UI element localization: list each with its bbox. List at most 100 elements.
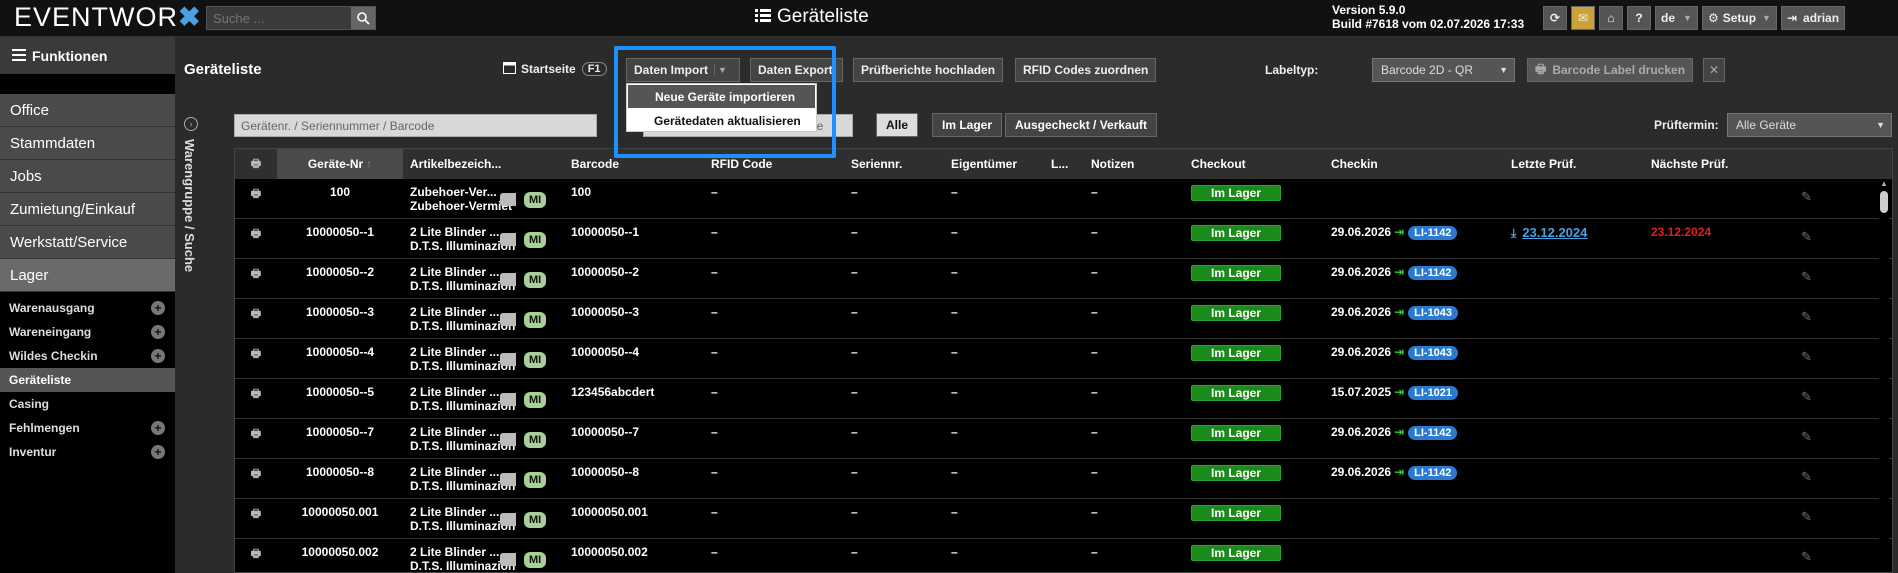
geraete-nr[interactable]: 10000050.001	[302, 505, 379, 519]
geraete-nr[interactable]: 10000050--7	[306, 425, 374, 439]
table-row[interactable]: 🖶 10000050--2 2 Lite Blinder ... D.T.S. Ill…	[235, 259, 1892, 299]
printer-icon[interactable]: 🖶	[251, 428, 261, 440]
sidebar-sub-wareneingang[interactable]: Wareneingang +	[0, 320, 175, 344]
col-letzte-pruef[interactable]: Letzte Prüf.	[1504, 149, 1644, 179]
barcode-print-button[interactable]: 🖶 Barcode Label drucken	[1527, 58, 1694, 82]
help-button[interactable]: ?	[1627, 6, 1651, 30]
edit-icon[interactable]: ✎	[1801, 389, 1812, 404]
geraete-nr[interactable]: 10000050--4	[306, 345, 374, 359]
global-search-input[interactable]	[207, 7, 352, 29]
sidebar-sub-wildes-checkin[interactable]: Wildes Checkin +	[0, 344, 175, 368]
lager-badge[interactable]: LI-1043	[1408, 306, 1459, 320]
pruefberichte-button[interactable]: Prüfberichte hochladen	[853, 58, 1004, 82]
geraete-nr[interactable]: 10000050--5	[306, 385, 374, 399]
refresh-icon[interactable]: ⟳	[1543, 6, 1567, 30]
plus-icon[interactable]: +	[151, 445, 165, 459]
table-row[interactable]: 🖶 10000050--8 2 Lite Blinder ... D.T.S. Ill…	[235, 459, 1892, 499]
printer-icon[interactable]: 🖶	[251, 268, 261, 280]
warengruppe-tab[interactable]: › Warengruppe / Suche	[179, 117, 203, 297]
sidebar-item-jobs[interactable]: Jobs	[0, 160, 175, 193]
rfid-codes-button[interactable]: RFID Codes zuordnen	[1015, 58, 1157, 82]
device-search-input[interactable]: Gerätenr. / Seriennummer / Barcode	[234, 114, 597, 137]
table-scrollbar[interactable]: ▲	[1879, 179, 1889, 572]
prueftermin-select[interactable]: Alle Geräte ▼	[1727, 113, 1892, 137]
sidebar-item-zumietung[interactable]: Zumietung/Einkauf	[0, 193, 175, 226]
sidebar-item-lager[interactable]: Lager	[0, 259, 175, 292]
col-naechste-pruef[interactable]: Nächste Prüf.	[1644, 149, 1794, 179]
edit-icon[interactable]: ✎	[1801, 229, 1812, 244]
sidebar-item-stammdaten[interactable]: Stammdaten	[0, 127, 175, 160]
user-button[interactable]: ⇥ adrian	[1780, 6, 1846, 30]
col-notizen[interactable]: Notizen	[1084, 149, 1184, 179]
col-geraete-nr[interactable]: Geräte-Nr ↑	[277, 149, 403, 179]
lager-badge[interactable]: LI-1142	[1408, 466, 1458, 480]
printer-icon[interactable]: 🖶	[251, 548, 261, 560]
download-icon[interactable]: ⤓	[1511, 226, 1516, 240]
search-icon[interactable]	[351, 7, 375, 29]
sidebar-sub-geraeteliste[interactable]: Geräteliste	[0, 368, 175, 392]
scroll-up-icon[interactable]: ▲	[1879, 179, 1889, 189]
plus-icon[interactable]: +	[151, 349, 165, 363]
printer-icon[interactable]: 🖶	[251, 188, 261, 200]
sidebar-sub-casing[interactable]: Casing	[0, 392, 175, 416]
sidebar-item-office[interactable]: Office	[0, 94, 175, 127]
col-seriennr[interactable]: Seriennr.	[844, 149, 944, 179]
chevron-right-icon[interactable]: ›	[184, 117, 198, 131]
col-artikel[interactable]: Artikelbezeich...	[403, 149, 564, 179]
table-row[interactable]: 🖶 10000050--3 2 Lite Blinder ... D.T.S. Ill…	[235, 299, 1892, 339]
sidebar-item-werkstatt[interactable]: Werkstatt/Service	[0, 226, 175, 259]
labeltyp-select[interactable]: Barcode 2D - QR ▼	[1372, 58, 1515, 82]
toggle-switch[interactable]	[500, 193, 516, 206]
geraete-nr[interactable]: 10000050.002	[302, 545, 379, 559]
filter-im-lager[interactable]: Im Lager	[932, 113, 1003, 137]
geraete-nr[interactable]: 10000050--1	[306, 225, 374, 239]
printer-icon[interactable]: 🖶	[251, 228, 261, 240]
edit-icon[interactable]: ✎	[1801, 269, 1812, 284]
lager-badge[interactable]: LI-1043	[1408, 346, 1459, 360]
table-row[interactable]: 🖶 10000050--1 2 Lite Blinder ... D.T.S. Ill…	[235, 219, 1892, 259]
table-row[interactable]: 🖶 10000050.001 2 Lite Blinder ... D.T.S. Il…	[235, 499, 1892, 539]
toggle-switch[interactable]	[500, 513, 516, 526]
edit-icon[interactable]: ✎	[1801, 469, 1812, 484]
plus-icon[interactable]: +	[151, 301, 165, 315]
col-checkout[interactable]: Checkout	[1184, 149, 1324, 179]
printer-icon[interactable]: 🖶	[251, 348, 261, 360]
close-icon[interactable]: ✕	[1703, 58, 1725, 82]
print-all-icon[interactable]: 🖶	[235, 149, 277, 179]
lager-badge[interactable]: LI-1142	[1408, 266, 1458, 280]
geraete-nr[interactable]: 100	[330, 185, 350, 199]
startseite-button[interactable]: Startseite F1	[496, 57, 614, 81]
sidebar-sub-fehlmengen[interactable]: Fehlmengen +	[0, 416, 175, 440]
mail-icon[interactable]: ✉	[1571, 6, 1595, 30]
col-l[interactable]: L...	[1044, 149, 1084, 179]
toggle-switch[interactable]	[500, 473, 516, 486]
printer-icon[interactable]: 🖶	[251, 508, 261, 520]
toggle-switch[interactable]	[500, 553, 516, 566]
edit-icon[interactable]: ✎	[1801, 309, 1812, 324]
toggle-switch[interactable]	[500, 433, 516, 446]
table-row[interactable]: 🖶 10000050--7 2 Lite Blinder ... D.T.S. Ill…	[235, 419, 1892, 459]
sidebar-sub-warenausgang[interactable]: Warenausgang +	[0, 296, 175, 320]
toggle-switch[interactable]	[500, 393, 516, 406]
geraete-nr[interactable]: 10000050--8	[306, 465, 374, 479]
lager-badge[interactable]: LI-1142	[1408, 226, 1458, 240]
edit-icon[interactable]: ✎	[1801, 189, 1812, 204]
sidebar-sub-inventur[interactable]: Inventur +	[0, 440, 175, 464]
printer-icon[interactable]: 🖶	[251, 388, 261, 400]
filter-alle[interactable]: Alle	[876, 113, 919, 137]
edit-icon[interactable]: ✎	[1801, 549, 1812, 564]
col-checkin[interactable]: Checkin	[1324, 149, 1504, 179]
edit-icon[interactable]: ✎	[1801, 429, 1812, 444]
lager-badge[interactable]: LI-1021	[1408, 386, 1459, 400]
table-row[interactable]: 🖶 10000050--5 2 Lite Blinder ... D.T.S. Ill…	[235, 379, 1892, 419]
setup-button[interactable]: ⚙ Setup ▼	[1701, 6, 1777, 30]
lager-badge[interactable]: LI-1142	[1408, 426, 1458, 440]
toggle-switch[interactable]	[500, 233, 516, 246]
toggle-switch[interactable]	[500, 273, 516, 286]
filter-ausgecheckt[interactable]: Ausgecheckt / Verkauft	[1005, 113, 1158, 137]
geraete-nr[interactable]: 10000050--2	[306, 265, 374, 279]
toggle-switch[interactable]	[500, 313, 516, 326]
table-row[interactable]: 🖶 10000050.002 2 Lite Blinder ... D.T.S. Il…	[235, 539, 1892, 572]
language-select[interactable]: de ▼	[1655, 6, 1698, 30]
plus-icon[interactable]: +	[151, 325, 165, 339]
